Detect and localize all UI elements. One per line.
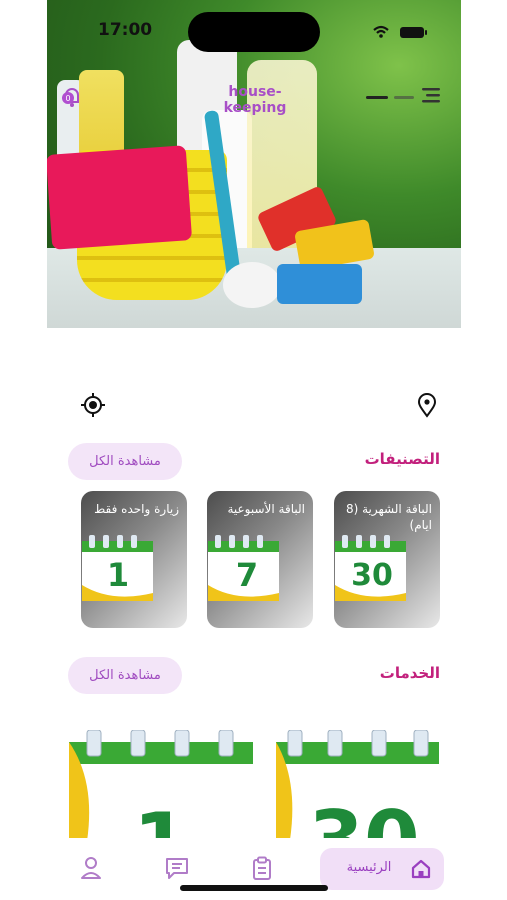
services-title: الخدمات: [379, 664, 440, 682]
services-view-all-button[interactable]: مشاهدة الكل: [68, 657, 182, 694]
calendar-number: 30: [351, 558, 393, 593]
calendar-icon: 7: [208, 535, 279, 601]
svg-text:0: 0: [65, 94, 70, 103]
clipboard-icon[interactable]: [250, 856, 274, 880]
category-card-weekly[interactable]: الباقة الأسبوعية 7: [207, 491, 313, 628]
category-label: الباقة الأسبوعية: [227, 502, 305, 516]
dynamic-island: [188, 12, 320, 52]
category-label: الباقة الشهرية (8 ايام): [345, 502, 432, 532]
service-card-monthly[interactable]: 30: [274, 730, 441, 840]
app-title: house-keeping: [223, 84, 287, 116]
calendar-icon: 1: [82, 535, 153, 601]
profile-icon[interactable]: [80, 856, 102, 880]
home-indicator: [180, 885, 328, 891]
category-card-monthly[interactable]: الباقة الشهرية (8 ايام) 30: [334, 491, 440, 628]
categories-title: التصنيفات: [364, 450, 440, 468]
calendar-icon: 1: [69, 730, 253, 840]
notification-bell-icon[interactable]: 0: [60, 84, 84, 110]
calendar-icon: 30: [276, 730, 439, 840]
home-icon[interactable]: [410, 858, 432, 880]
map-pin-icon[interactable]: [415, 392, 439, 418]
category-label: زيارة واحده فقط: [94, 502, 179, 516]
categories-view-all-button[interactable]: مشاهدة الكل: [68, 443, 182, 480]
calendar-number: 1: [107, 556, 129, 594]
calendar-number: 7: [236, 556, 258, 594]
calendar-icon: 30: [335, 535, 406, 601]
status-icons: [372, 24, 432, 38]
nav-home-label: الرئيسية: [346, 860, 392, 875]
service-card-single-visit[interactable]: 1: [67, 730, 255, 840]
calendar-number: 1: [133, 796, 189, 840]
category-card-single-visit[interactable]: زيارة واحده فقط 1: [81, 491, 187, 628]
locate-me-icon[interactable]: [80, 392, 106, 418]
status-time: 17:00: [98, 20, 153, 40]
wifi-icon: [373, 25, 389, 38]
battery-icon: [400, 27, 427, 38]
calendar-number: 30: [308, 794, 419, 840]
menu-icon[interactable]: [364, 84, 442, 108]
chat-icon[interactable]: [164, 856, 190, 880]
